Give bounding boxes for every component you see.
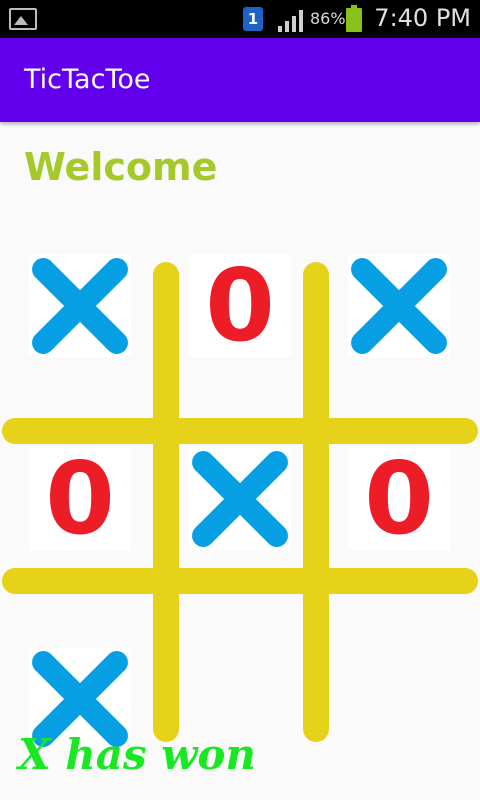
board-cell[interactable]: 0 xyxy=(189,255,291,357)
o-mark: 0 xyxy=(45,440,115,557)
clock: 7:40 PM xyxy=(374,4,471,32)
board-cell[interactable] xyxy=(189,448,291,550)
gallery-notification-icon xyxy=(9,8,37,30)
x-mark-icon xyxy=(351,258,447,354)
grid-line-vertical-2 xyxy=(303,262,329,742)
app-bar: TicTacToe xyxy=(0,38,480,122)
game-board: 0 0 0 xyxy=(0,250,480,750)
battery-icon xyxy=(346,5,362,32)
game-status: X has won xyxy=(18,730,256,779)
o-mark: 0 xyxy=(364,440,434,557)
notification-badge: 1 xyxy=(243,7,263,31)
board-cell[interactable] xyxy=(348,255,450,357)
board-cell[interactable]: 0 xyxy=(29,448,131,550)
status-bar: 1 86% 7:40 PM xyxy=(0,0,480,38)
grid-line-horizontal-2 xyxy=(2,568,478,594)
board-cell[interactable] xyxy=(29,255,131,357)
board-cell[interactable]: 0 xyxy=(348,448,450,550)
board-cell[interactable] xyxy=(348,648,450,750)
o-mark: 0 xyxy=(205,247,275,364)
x-mark-icon xyxy=(32,258,128,354)
welcome-heading: Welcome xyxy=(24,145,218,189)
app-title: TicTacToe xyxy=(24,64,151,95)
x-mark-icon xyxy=(192,451,288,547)
battery-percent: 86% xyxy=(310,9,346,28)
signal-icon xyxy=(278,10,303,32)
grid-line-vertical-1 xyxy=(153,262,179,742)
